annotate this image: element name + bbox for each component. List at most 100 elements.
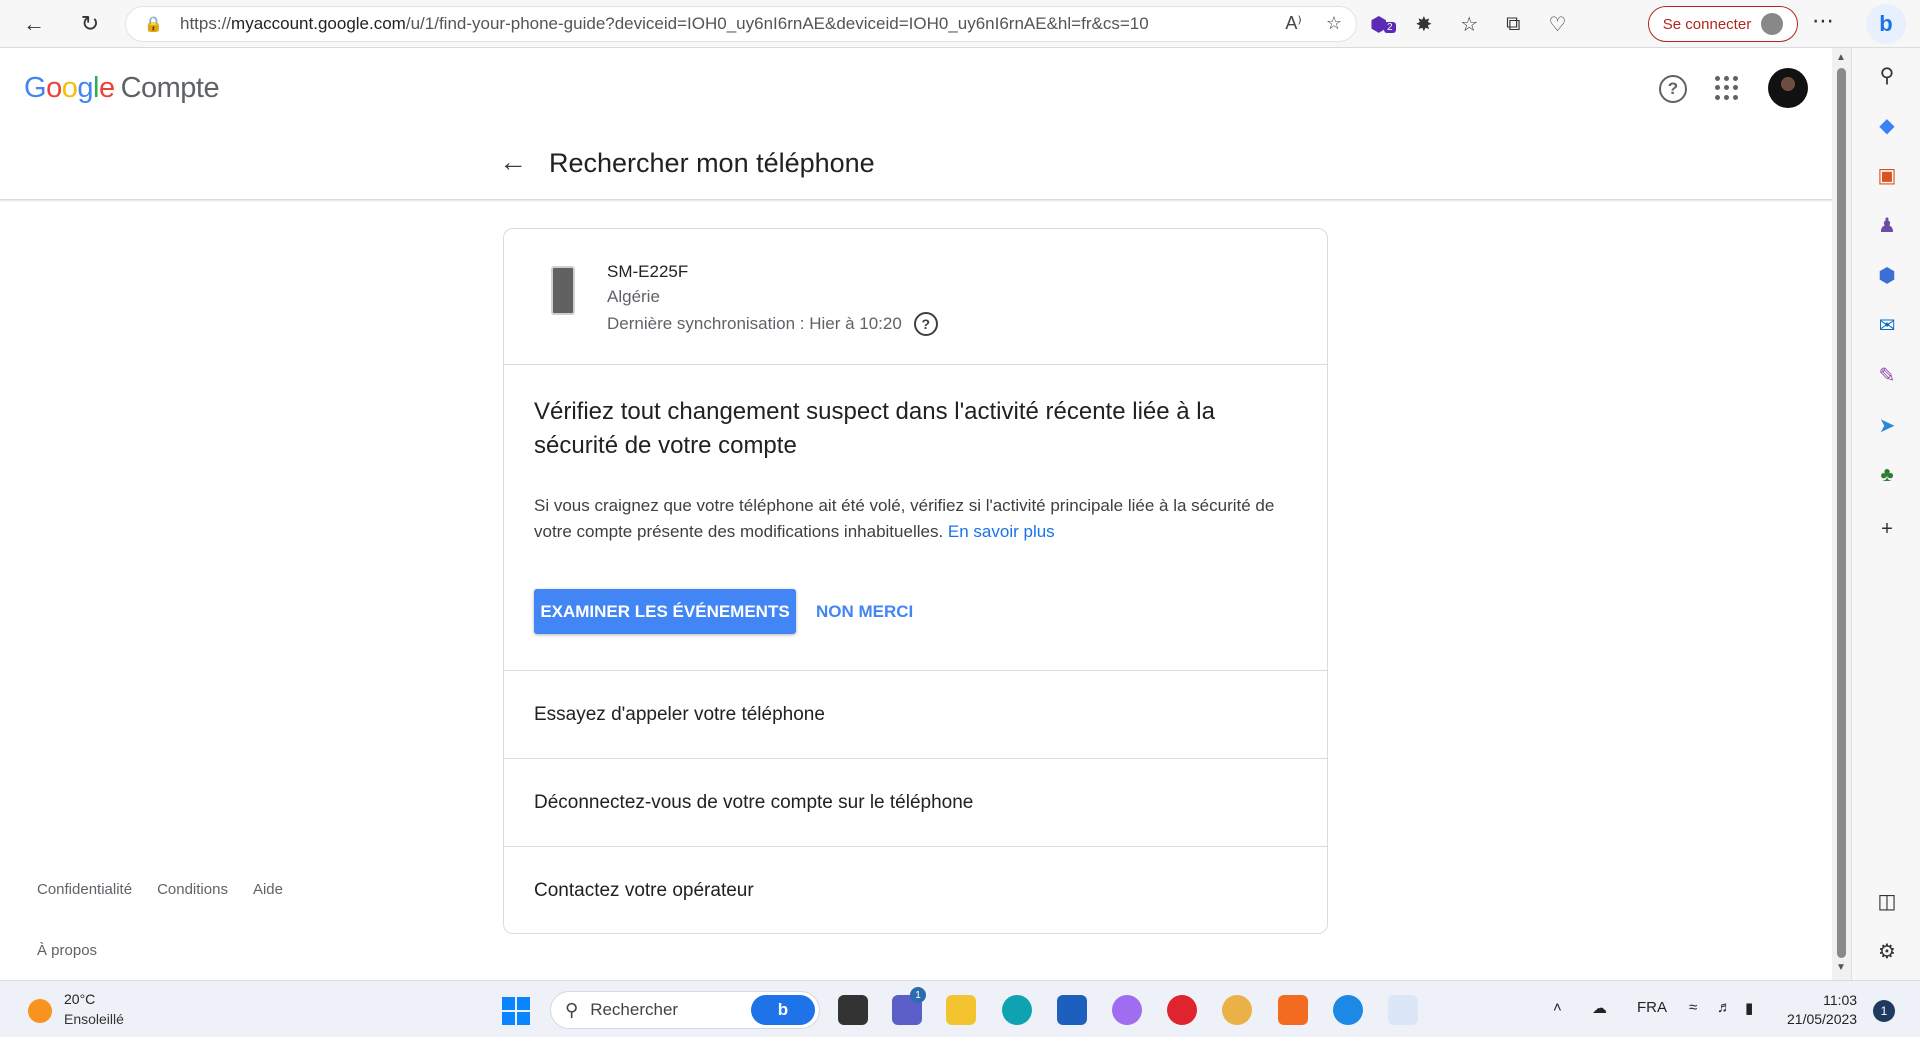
avatar[interactable]	[1768, 68, 1808, 108]
tree-icon[interactable]: ♣	[1874, 462, 1900, 488]
scroll-down-icon[interactable]: ▼	[1836, 962, 1846, 973]
google-account-logo[interactable]: Google Compte	[24, 72, 220, 105]
find-phone-card: SM-E225F Algérie Dernière synchronisatio…	[503, 228, 1328, 934]
google-header: Google Compte ? ← Rechercher mon téléphon…	[0, 48, 1832, 200]
option-sign-out[interactable]: Déconnectez-vous de votre compte sur le …	[504, 759, 1327, 847]
extension-icon[interactable]: ⬢ 2	[1370, 12, 1396, 37]
no-thanks-button[interactable]: NON MERCI	[816, 589, 913, 634]
scroll-up-icon[interactable]: ▲	[1836, 52, 1846, 63]
help-circle-icon[interactable]: ?	[913, 312, 938, 336]
signin-label: Se connecter	[1662, 15, 1752, 33]
person-icon	[1761, 13, 1784, 35]
wifi-icon[interactable]: ≈	[1689, 999, 1697, 1016]
lock-icon[interactable]: 🔒	[144, 15, 166, 33]
taskbar-search-placeholder: Rechercher	[590, 1000, 679, 1019]
shopping-tag-icon[interactable]: ◆	[1874, 112, 1900, 138]
clock-time: 11:03	[1823, 992, 1858, 1008]
paint-icon[interactable]	[1222, 995, 1252, 1025]
task-view-icon[interactable]	[838, 995, 868, 1025]
sync-app-icon[interactable]	[1333, 995, 1363, 1025]
notification-badge[interactable]: 1	[1873, 1000, 1895, 1022]
taskbar-search[interactable]: ⚲ Rechercher b	[550, 991, 820, 1029]
xampp-icon[interactable]	[1278, 995, 1308, 1025]
device-info: SM-E225F Algérie Dernière synchronisatio…	[504, 229, 1327, 365]
address-bar[interactable]: 🔒 https://myaccount.google.com/u/1/find-…	[125, 6, 1357, 42]
chevron-up-icon[interactable]: ˄	[1553, 999, 1562, 1016]
edge-sidebar: ⚲ ◆ ▣ ♟ ⬢ ✉ ✎ ➤ ♣ + ◫ ⚙	[1851, 48, 1920, 980]
search-icon[interactable]: ⚲	[1874, 62, 1900, 88]
favorites-icon[interactable]: ☆	[1460, 12, 1478, 37]
help-link[interactable]: Aide	[253, 881, 283, 898]
telegram-icon[interactable]: ➤	[1874, 412, 1900, 438]
bing-icon[interactable]: b	[751, 995, 815, 1025]
messenger-icon[interactable]	[1112, 995, 1142, 1025]
url-host: myaccount.google.com	[231, 14, 406, 33]
terms-link[interactable]: Conditions	[157, 881, 228, 898]
url-path: /u/1/find-your-phone-guide?deviceid=IOH0…	[405, 14, 1149, 33]
games-icon[interactable]: ♟	[1874, 212, 1900, 238]
about-link[interactable]: À propos	[37, 942, 97, 959]
clock-date: 21/05/2023	[1787, 1011, 1858, 1027]
scrollbar-thumb[interactable]	[1837, 68, 1846, 958]
edge-icon[interactable]	[1002, 995, 1032, 1025]
page-title: Rechercher mon téléphone	[549, 148, 875, 178]
weather-temperature[interactable]: 20°C	[64, 991, 95, 1007]
file-explorer-icon[interactable]	[946, 995, 976, 1025]
more-options-icon[interactable]: ⋯	[1812, 8, 1834, 34]
last-sync-text: Dernière synchronisation : Hier à 10:20	[607, 314, 902, 333]
teams-chat-icon[interactable]: 1	[892, 987, 926, 1025]
url-prefix: https://	[180, 14, 232, 33]
device-country: Algérie	[607, 287, 660, 306]
privacy-link[interactable]: Confidentialité	[37, 881, 132, 898]
device-last-sync: Dernière synchronisation : Hier à 10:20 …	[607, 312, 938, 336]
product-name: Compte	[120, 72, 220, 104]
windows-start-icon[interactable]	[502, 997, 530, 1025]
alert-description: Si vous craignez que votre téléphone ait…	[534, 493, 1304, 545]
outlook-icon[interactable]: ✉	[1874, 312, 1900, 338]
alert-title: Vérifiez tout changement suspect dans l'…	[534, 398, 1215, 459]
search-icon: ⚲	[565, 999, 579, 1020]
option-call-phone[interactable]: Essayez d'appeler votre téléphone	[504, 671, 1327, 759]
footer-links: Confidentialité Conditions Aide	[37, 881, 283, 898]
add-icon[interactable]: +	[1874, 516, 1900, 542]
review-events-button[interactable]: EXAMINER LES ÉVÉNEMENTS	[534, 589, 796, 634]
microsoft365-icon[interactable]: ⬢	[1874, 262, 1900, 288]
google-apps-icon[interactable]	[1715, 76, 1739, 100]
onedrive-cloud-icon[interactable]: ☁	[1592, 999, 1607, 1017]
sidebar-toggle-icon[interactable]: ◫	[1874, 888, 1900, 914]
toolbar-icons: ⬢ 2 ✸ ☆ ⧉ ♡	[1370, 0, 1566, 48]
back-button[interactable]: ←	[10, 0, 58, 48]
option-contact-carrier[interactable]: Contactez votre opérateur	[504, 847, 1327, 935]
opera-icon[interactable]	[1167, 995, 1197, 1025]
alert-description-text: Si vous craignez que votre téléphone ait…	[534, 496, 1275, 541]
language-indicator[interactable]: FRA	[1637, 999, 1667, 1016]
back-arrow-icon[interactable]: ←	[499, 146, 527, 178]
extensions-puzzle-icon[interactable]: ✸	[1415, 12, 1432, 37]
weather-description[interactable]: Ensoleillé	[64, 1011, 124, 1027]
store-icon[interactable]	[1057, 995, 1087, 1025]
extension-badge: 2	[1384, 21, 1396, 33]
page-scrollbar[interactable]: ▲ ▼	[1832, 48, 1851, 980]
gear-icon[interactable]: ⚙	[1874, 938, 1900, 964]
collections-icon[interactable]: ⧉	[1506, 13, 1520, 36]
browser-toolbar: ← ↻ 🔒 https://myaccount.google.com/u/1/f…	[0, 0, 1920, 48]
learn-more-link[interactable]: En savoir plus	[948, 522, 1055, 541]
volume-icon[interactable]: ♬	[1717, 999, 1732, 1016]
taskbar-clock[interactable]: 11:03 21/05/2023	[1787, 991, 1857, 1029]
browser-essentials-icon[interactable]: ♡	[1548, 12, 1566, 37]
tools-briefcase-icon[interactable]: ▣	[1874, 162, 1900, 188]
refresh-button[interactable]: ↻	[66, 0, 114, 48]
favorite-add-icon[interactable]: ☆	[1326, 13, 1342, 34]
phone-icon	[551, 266, 575, 315]
sun-icon[interactable]	[28, 999, 52, 1023]
teams-badge: 1	[910, 987, 926, 1003]
help-icon[interactable]: ?	[1659, 75, 1687, 103]
designer-icon[interactable]: ✎	[1874, 362, 1900, 388]
read-aloud-icon[interactable]: A⁾	[1285, 13, 1301, 34]
signin-button[interactable]: Se connecter	[1648, 6, 1798, 42]
security-alert: Vérifiez tout changement suspect dans l'…	[504, 365, 1327, 671]
snipping-tool-icon[interactable]	[1388, 995, 1418, 1025]
device-name: SM-E225F	[607, 262, 689, 281]
battery-icon[interactable]: ▮	[1745, 999, 1753, 1017]
bing-chat-icon[interactable]: b	[1866, 4, 1906, 44]
